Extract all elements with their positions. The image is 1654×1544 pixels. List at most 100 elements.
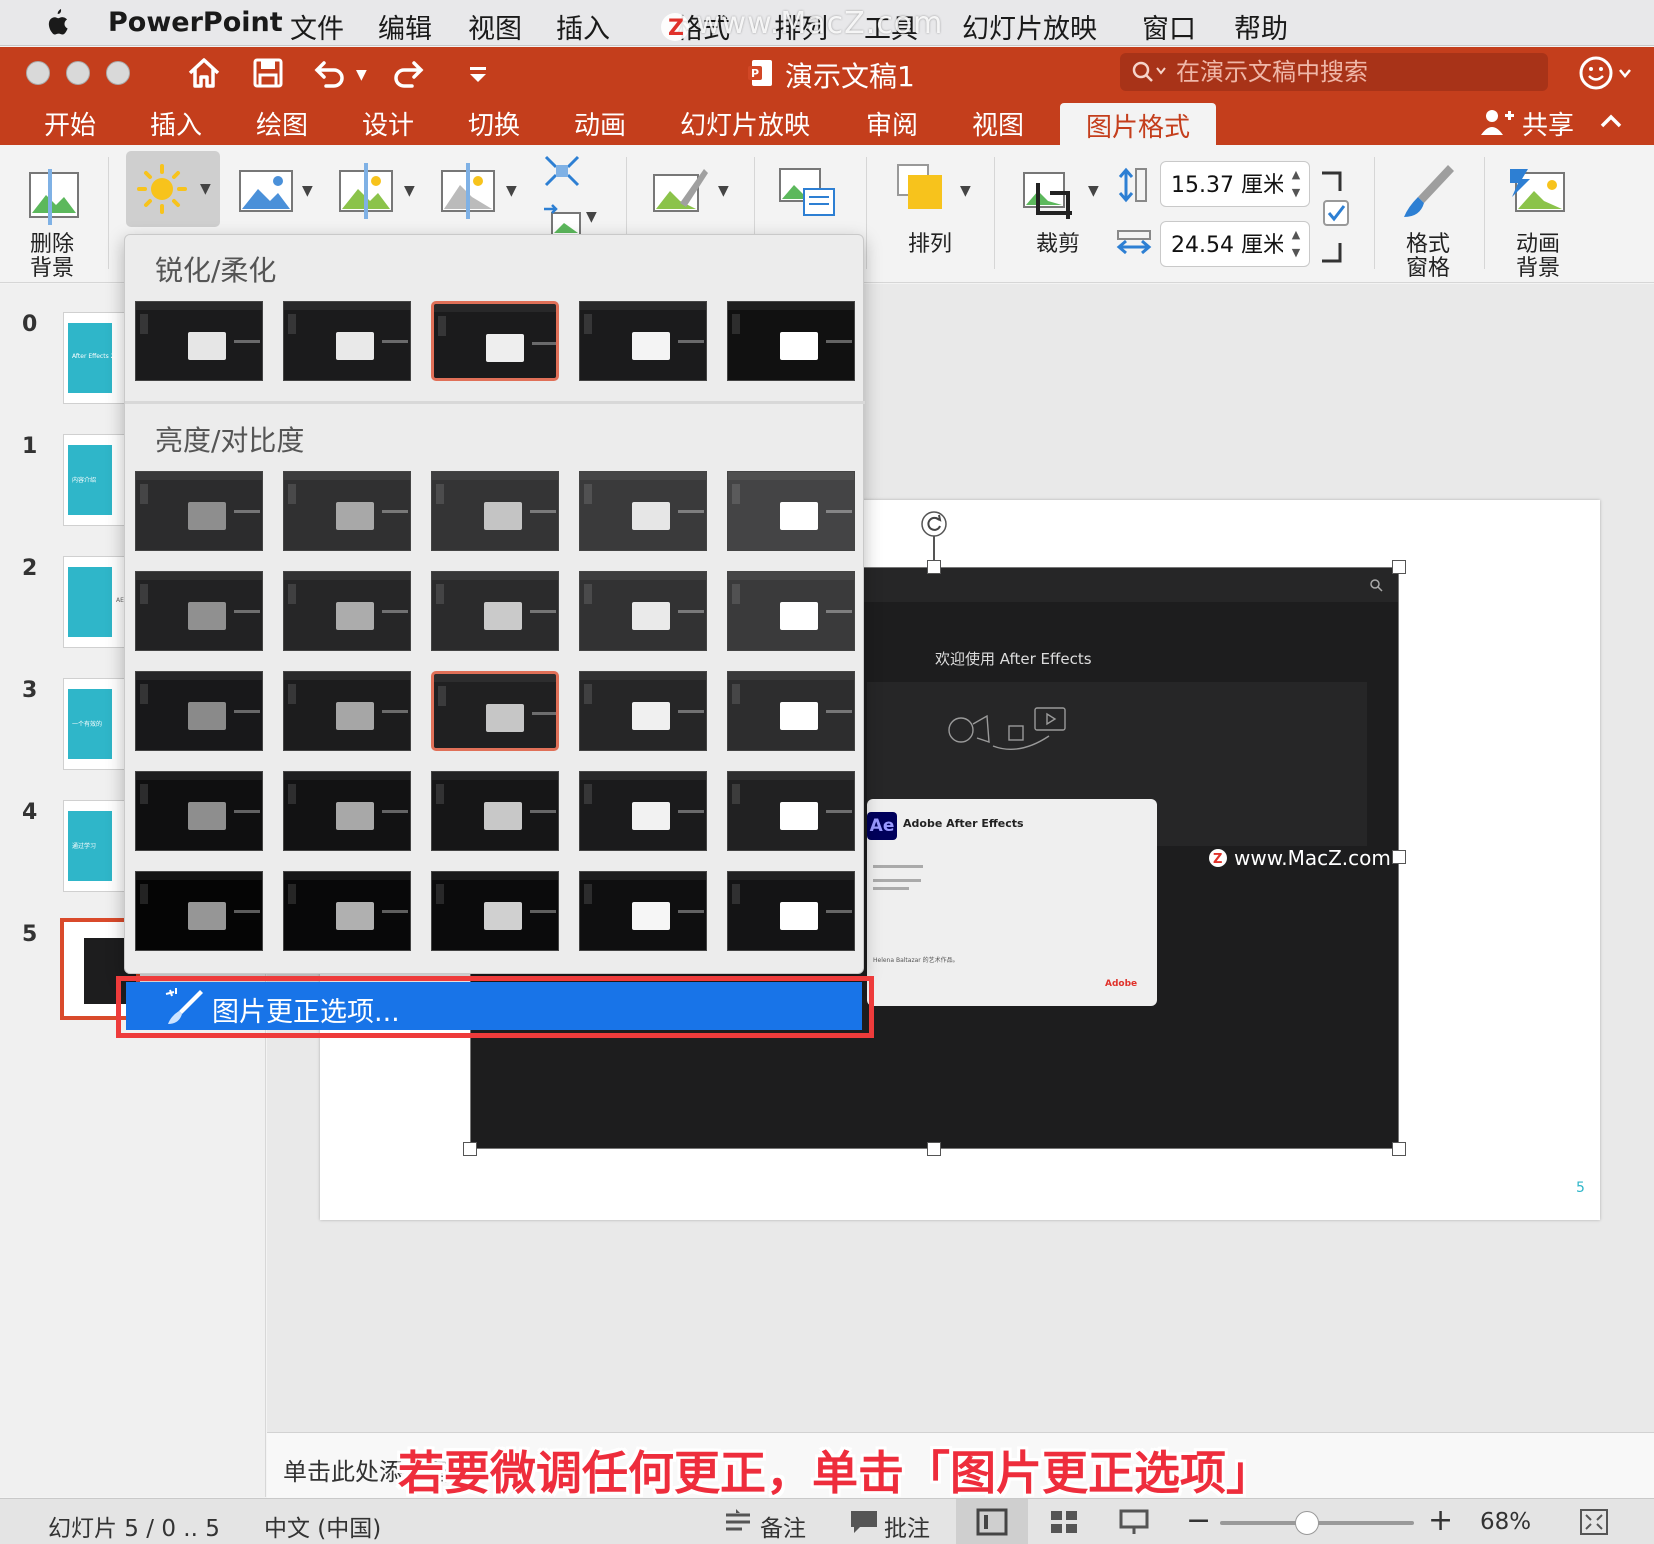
resize-handle[interactable]: [927, 560, 941, 574]
lock-aspect-ratio-icon[interactable]: [1318, 169, 1352, 265]
correction-preset-thumbnail[interactable]: [727, 871, 855, 951]
picture-styles-icon[interactable]: [650, 163, 710, 219]
artistic-effects-dropdown-icon[interactable]: ▼: [404, 183, 415, 199]
height-stepper[interactable]: ▲▼: [1160, 161, 1310, 207]
correction-preset-thumbnail[interactable]: [135, 301, 263, 381]
correction-preset-thumbnail[interactable]: [579, 471, 707, 551]
correction-preset-thumbnail[interactable]: [727, 771, 855, 851]
correction-preset-thumbnail[interactable]: [431, 301, 559, 381]
add-person-icon[interactable]: [1480, 107, 1516, 137]
notes-icon[interactable]: [722, 1507, 754, 1537]
tab-draw[interactable]: 绘图: [256, 105, 308, 142]
arrange-dropdown-icon[interactable]: ▼: [960, 183, 971, 199]
correction-preset-thumbnail[interactable]: [283, 471, 411, 551]
picture-color-icon[interactable]: [236, 163, 296, 219]
correction-preset-thumbnail[interactable]: [579, 571, 707, 651]
tab-view[interactable]: 视图: [972, 105, 1024, 142]
remove-background-icon[interactable]: [24, 169, 84, 225]
height-stepper-arrows-icon[interactable]: ▲ ▼: [1289, 166, 1303, 202]
tab-slideshow[interactable]: 幻灯片放映: [680, 105, 810, 142]
height-input[interactable]: [1171, 170, 1283, 195]
transparency-dropdown-icon[interactable]: ▼: [506, 183, 517, 199]
artistic-effects-icon[interactable]: [336, 163, 396, 219]
tab-picture-format[interactable]: 图片格式: [1060, 103, 1217, 145]
menu-file[interactable]: 文件: [290, 7, 344, 46]
tab-insert[interactable]: 插入: [150, 105, 202, 142]
correction-preset-thumbnail[interactable]: [135, 771, 263, 851]
menu-edit[interactable]: 编辑: [378, 7, 432, 46]
correction-preset-thumbnail[interactable]: [135, 871, 263, 951]
correction-preset-thumbnail[interactable]: [135, 671, 263, 751]
width-stepper[interactable]: ▲▼: [1160, 221, 1310, 267]
home-icon[interactable]: [186, 55, 222, 91]
rotate-handle-icon[interactable]: [920, 510, 948, 538]
correction-preset-thumbnail[interactable]: [727, 571, 855, 651]
compress-pictures-icon[interactable]: [542, 153, 582, 189]
resize-handle[interactable]: [927, 1142, 941, 1156]
save-icon[interactable]: [250, 55, 286, 91]
alt-text-icon[interactable]: [776, 163, 836, 219]
crop-label[interactable]: 裁剪: [1036, 233, 1080, 257]
menu-slideshow[interactable]: 幻灯片放映: [962, 7, 1097, 46]
crop-icon[interactable]: [1020, 163, 1080, 219]
transparency-icon[interactable]: [438, 163, 498, 219]
slide-thumbnail[interactable]: AE: [63, 556, 133, 648]
correction-preset-thumbnail[interactable]: [283, 301, 411, 381]
menu-view[interactable]: 视图: [468, 7, 522, 46]
menu-insert[interactable]: 插入: [556, 7, 610, 46]
collapse-ribbon-icon[interactable]: [1598, 111, 1624, 131]
change-picture-dropdown-icon[interactable]: ▼: [586, 209, 597, 225]
tab-animations[interactable]: 动画: [574, 105, 626, 142]
width-stepper-arrows-icon[interactable]: ▲ ▼: [1289, 226, 1303, 262]
tab-transitions[interactable]: 切换: [468, 105, 520, 142]
zoom-window-button[interactable]: [106, 61, 130, 85]
correction-preset-thumbnail[interactable]: [283, 571, 411, 651]
fit-to-window-icon[interactable]: [1578, 1507, 1610, 1537]
animate-background-label-1[interactable]: 动画: [1516, 233, 1560, 257]
zoom-level[interactable]: 68%: [1480, 1509, 1531, 1535]
normal-view-button[interactable]: [956, 1499, 1028, 1544]
resize-handle[interactable]: [463, 1142, 477, 1156]
zoom-slider-knob[interactable]: [1295, 1511, 1320, 1535]
app-name[interactable]: PowerPoint: [108, 7, 283, 38]
format-pane-brush-icon[interactable]: [1398, 163, 1458, 219]
correction-preset-thumbnail[interactable]: [727, 301, 855, 381]
undo-dropdown-icon[interactable]: ▼: [356, 67, 367, 83]
animate-background-label-2[interactable]: 背景: [1516, 257, 1560, 281]
correction-preset-thumbnail[interactable]: [283, 671, 411, 751]
menu-help[interactable]: 帮助: [1234, 7, 1288, 46]
arrange-icon[interactable]: [894, 163, 954, 219]
resize-handle[interactable]: [1392, 850, 1406, 864]
language-status[interactable]: 中文 (中国): [264, 1509, 381, 1543]
presenter-view-icon[interactable]: [1118, 1507, 1150, 1537]
resize-handle[interactable]: [1392, 1142, 1406, 1156]
correction-preset-thumbnail[interactable]: [727, 671, 855, 751]
correction-preset-thumbnail[interactable]: [727, 471, 855, 551]
undo-icon[interactable]: [312, 55, 348, 91]
format-pane-label-1[interactable]: 格式: [1406, 233, 1450, 257]
correction-preset-thumbnail[interactable]: [579, 671, 707, 751]
correction-preset-thumbnail[interactable]: [283, 771, 411, 851]
zoom-in-button[interactable]: +: [1428, 1503, 1453, 1538]
tab-design[interactable]: 设计: [362, 105, 414, 142]
picture-color-dropdown-icon[interactable]: ▼: [302, 183, 313, 199]
tab-review[interactable]: 审阅: [866, 105, 918, 142]
animate-background-icon[interactable]: [1508, 163, 1568, 219]
correction-preset-thumbnail[interactable]: [431, 771, 559, 851]
slide-thumbnail[interactable]: 通过学习: [63, 800, 133, 892]
tab-home[interactable]: 开始: [44, 105, 96, 142]
slide-sorter-icon[interactable]: [1048, 1507, 1080, 1537]
slide-thumbnail[interactable]: 内容介绍: [63, 434, 133, 526]
minimize-window-button[interactable]: [66, 61, 90, 85]
corrections-button[interactable]: ▼: [126, 151, 220, 227]
correction-preset-thumbnail[interactable]: [431, 571, 559, 651]
correction-preset-thumbnail[interactable]: [135, 571, 263, 651]
search-input[interactable]: [1176, 57, 1536, 87]
menu-window[interactable]: 窗口: [1142, 7, 1196, 46]
customize-toolbar-icon[interactable]: [460, 55, 496, 91]
format-pane-label-2[interactable]: 窗格: [1406, 257, 1450, 281]
correction-preset-thumbnail[interactable]: [283, 871, 411, 951]
search-box[interactable]: [1120, 53, 1548, 91]
width-input[interactable]: [1171, 230, 1283, 255]
close-window-button[interactable]: [26, 61, 50, 85]
